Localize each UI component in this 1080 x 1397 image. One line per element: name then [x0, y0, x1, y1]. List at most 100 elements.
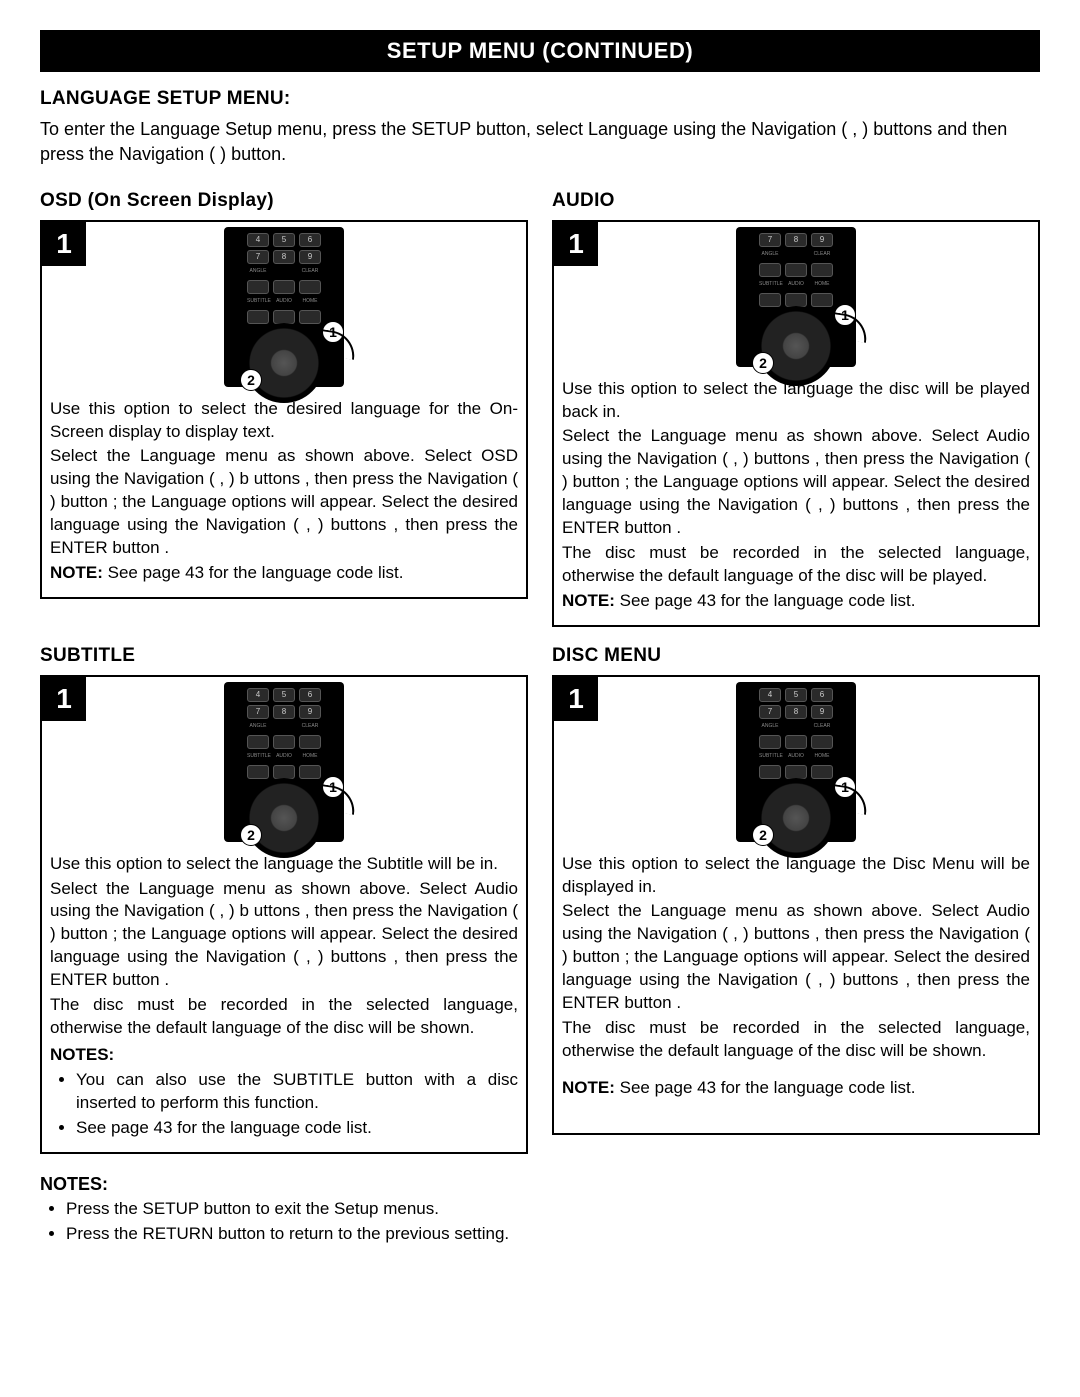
clear-icon: [811, 263, 833, 277]
remote-key: 5: [273, 233, 295, 247]
remote-key: 8: [273, 705, 295, 719]
remote-key: 7: [759, 705, 781, 719]
remote-key: 9: [811, 705, 833, 719]
remote-label: CLEAR: [299, 722, 321, 732]
subtitle-box: 1 456 789 ANGLECLEAR SUBTITLEAUDIOHOME 1…: [40, 675, 528, 1154]
remote-illustration: 456 789 ANGLECLEAR SUBTITLEAUDIOHOME 1 2: [554, 677, 1038, 847]
discmenu-p2: Select the Language menu as shown above.…: [562, 900, 1030, 1015]
footer-notes-label: NOTES:: [40, 1172, 1040, 1196]
list-item: Press the SETUP button to exit the Setup…: [66, 1198, 1040, 1221]
audio-p2: Select the Language menu as shown above.…: [562, 425, 1030, 540]
remote-icon: 456 789 ANGLECLEAR SUBTITLEAUDIOHOME 1 2: [736, 682, 856, 842]
remote-key: 6: [299, 233, 321, 247]
home-icon: [811, 765, 833, 779]
remote-label: SUBTITLE: [247, 752, 269, 762]
arrow-curve-icon: [310, 783, 357, 815]
angle-icon: [759, 735, 781, 749]
discmenu-note: See page 43 for the language code list.: [615, 1078, 916, 1097]
remote-key: 6: [811, 688, 833, 702]
osd-title: OSD (On Screen Display): [40, 188, 528, 214]
discmenu-box: 1 456 789 ANGLECLEAR SUBTITLEAUDIOHOME 1…: [552, 675, 1040, 1135]
page-banner: SETUP MENU (CONTINUED): [40, 30, 1040, 72]
discmenu-text: Use this option to select the language t…: [554, 847, 1038, 1112]
remote-key: 7: [247, 250, 269, 264]
remote-illustration: 456 789 ANGLECLEAR SUBTITLEAUDIOHOME 1 2: [42, 677, 526, 847]
remote-label: HOME: [299, 752, 321, 762]
callout-2: 2: [752, 352, 774, 374]
audio-icon: [273, 310, 295, 324]
remote-label: [785, 250, 807, 260]
remote-label: CLEAR: [299, 267, 321, 277]
home-icon: [299, 310, 321, 324]
subtitle-notes-list: You can also use the SUBTITLE button wit…: [50, 1069, 518, 1140]
home-icon: [811, 293, 833, 307]
remote-label: ANGLE: [759, 722, 781, 732]
remote-label: [785, 722, 807, 732]
clear-icon: [811, 735, 833, 749]
osd-p1: Use this option to select the desired la…: [50, 398, 518, 444]
remote-illustration: 456 789 ANGLECLEAR SUBTITLEAUDIOHOME 1 2: [42, 222, 526, 392]
angle-icon: [247, 735, 269, 749]
discmenu-title: DISC MENU: [552, 643, 1040, 669]
remote-label: SUBTITLE: [759, 280, 781, 290]
remote-label: [273, 722, 295, 732]
arrow-curve-icon: [310, 328, 357, 360]
remote-label: HOME: [811, 280, 833, 290]
remote-key: 4: [759, 688, 781, 702]
language-setup-intro: To enter the Language Setup menu, press …: [40, 117, 1040, 166]
remote-label: ANGLE: [247, 722, 269, 732]
remote-icon: 456 789 ANGLECLEAR SUBTITLEAUDIOHOME 1 2: [224, 227, 344, 387]
remote-label: [273, 267, 295, 277]
angle-icon: [759, 263, 781, 277]
remote-label: AUDIO: [785, 280, 807, 290]
angle-icon: [247, 280, 269, 294]
remote-key: 9: [299, 250, 321, 264]
remote-key: 8: [273, 250, 295, 264]
remote-key: 9: [811, 233, 833, 247]
remote-label: CLEAR: [811, 722, 833, 732]
callout-2: 2: [752, 824, 774, 846]
subtitle-icon: [759, 765, 781, 779]
clear-icon: [299, 735, 321, 749]
remote-key: 7: [247, 705, 269, 719]
note-label: NOTE:: [562, 591, 615, 610]
audio-text: Use this option to select the language t…: [554, 372, 1038, 625]
subtitle-p2: Select the Language menu as shown above.…: [50, 878, 518, 993]
osd-text: Use this option to select the desired la…: [42, 392, 526, 598]
zero-icon: [273, 735, 295, 749]
discmenu-p3: The disc must be recorded in the selecte…: [562, 1017, 1030, 1063]
remote-key: 5: [273, 688, 295, 702]
remote-key: 4: [247, 233, 269, 247]
zero-icon: [273, 280, 295, 294]
audio-icon: [785, 293, 807, 307]
audio-icon: [785, 765, 807, 779]
remote-label: ANGLE: [247, 267, 269, 277]
remote-key: 6: [299, 688, 321, 702]
remote-label: SUBTITLE: [759, 752, 781, 762]
arrow-curve-icon: [822, 311, 869, 343]
clear-icon: [299, 280, 321, 294]
callout-2: 2: [240, 824, 262, 846]
audio-icon: [273, 765, 295, 779]
list-item: See page 43 for the language code list.: [76, 1117, 518, 1140]
list-item: You can also use the SUBTITLE button wit…: [76, 1069, 518, 1115]
remote-illustration: 789 ANGLECLEAR SUBTITLEAUDIOHOME 1 2: [554, 222, 1038, 372]
subtitle-icon: [759, 293, 781, 307]
home-icon: [299, 765, 321, 779]
subtitle-p3: The disc must be recorded in the selecte…: [50, 994, 518, 1040]
zero-icon: [785, 263, 807, 277]
remote-label: AUDIO: [785, 752, 807, 762]
osd-note: See page 43 for the language code list.: [103, 563, 404, 582]
remote-key: 4: [247, 688, 269, 702]
remote-label: SUBTITLE: [247, 297, 269, 307]
osd-p2: Select the Language menu as shown above.…: [50, 445, 518, 560]
footer-notes: NOTES: Press the SETUP button to exit th…: [40, 1172, 1040, 1246]
zero-icon: [785, 735, 807, 749]
remote-label: ANGLE: [759, 250, 781, 260]
subtitle-icon: [247, 310, 269, 324]
remote-label: AUDIO: [273, 297, 295, 307]
audio-note: See page 43 for the language code list.: [615, 591, 916, 610]
remote-label: AUDIO: [273, 752, 295, 762]
remote-key: 8: [785, 233, 807, 247]
audio-box: 1 789 ANGLECLEAR SUBTITLEAUDIOHOME 1 2: [552, 220, 1040, 627]
